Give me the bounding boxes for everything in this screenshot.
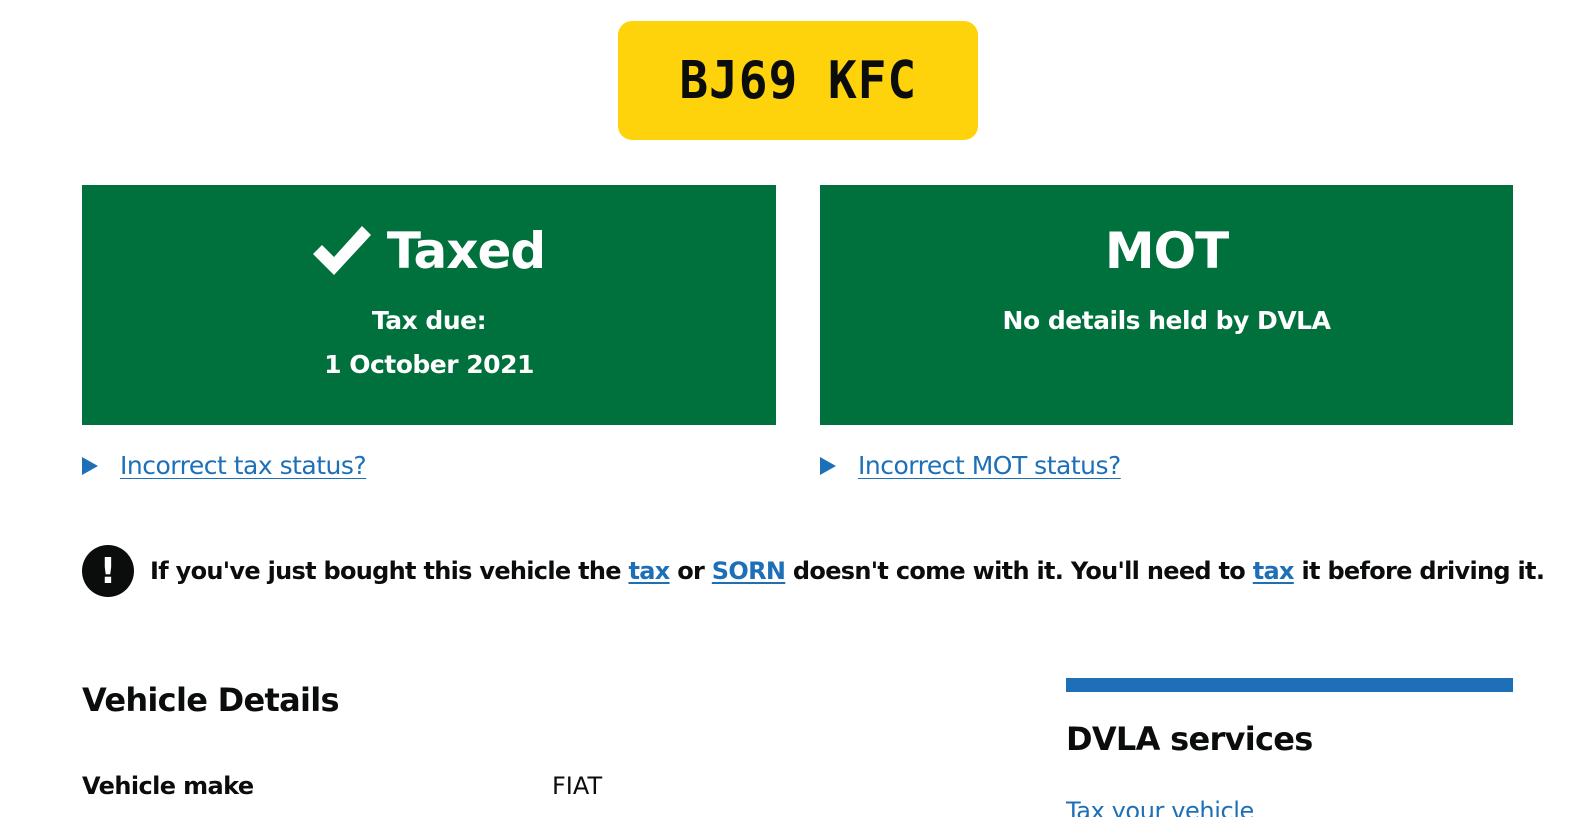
vehicle-make-value: FIAT <box>552 772 603 800</box>
tax-link[interactable]: tax <box>628 557 670 585</box>
mot-status-text: No details held by DVLA <box>1002 306 1331 335</box>
warning-text-part: or <box>669 557 712 585</box>
tax-status-panel: Taxed Tax due: 1 October 2021 <box>82 185 776 425</box>
mot-status-panel: MOT No details held by DVLA <box>820 185 1513 425</box>
tax-status-heading: Taxed <box>82 219 776 283</box>
warning-text-part: doesn't come with it. You'll need to <box>785 557 1253 585</box>
exclamation-icon: ! <box>82 545 134 597</box>
sorn-link[interactable]: SORN <box>712 557 786 585</box>
registration-plate: BJ69 KFC <box>618 21 978 140</box>
warning-text-part: it before driving it. <box>1293 557 1545 585</box>
mot-status-heading: MOT <box>820 219 1513 283</box>
sidebar-accent-bar <box>1066 678 1513 692</box>
warning-text: ! If you've just bought this vehicle the… <box>82 545 1545 597</box>
dvla-services-heading: DVLA services <box>1066 720 1313 758</box>
tax-due-date: 1 October 2021 <box>324 350 534 379</box>
expand-triangle-icon <box>820 457 836 475</box>
tax-link-2[interactable]: tax <box>1253 557 1295 585</box>
vehicle-enquiry-page: BJ69 KFC Taxed Tax due: 1 October 2021 M… <box>0 0 1579 817</box>
registration-number: BJ69 KFC <box>679 50 917 111</box>
incorrect-tax-status-details[interactable]: Incorrect tax status? <box>82 448 367 484</box>
vehicle-details-heading: Vehicle Details <box>82 681 340 719</box>
tax-status-label: Taxed <box>386 222 546 280</box>
mot-status-label: MOT <box>1104 222 1229 280</box>
vehicle-make-key: Vehicle make <box>82 772 254 800</box>
incorrect-tax-status-link[interactable]: Incorrect tax status? <box>120 448 367 484</box>
warning-message: If you've just bought this vehicle the t… <box>150 555 1545 587</box>
warning-text-part: If you've just bought this vehicle the <box>150 557 629 585</box>
check-icon <box>312 226 371 275</box>
tax-due-label: Tax due: <box>371 306 487 335</box>
expand-triangle-icon <box>82 457 98 475</box>
tax-your-vehicle-link[interactable]: Tax your vehicle <box>1066 795 1254 817</box>
incorrect-mot-status-link[interactable]: Incorrect MOT status? <box>858 448 1121 484</box>
incorrect-mot-status-details[interactable]: Incorrect MOT status? <box>820 448 1121 484</box>
